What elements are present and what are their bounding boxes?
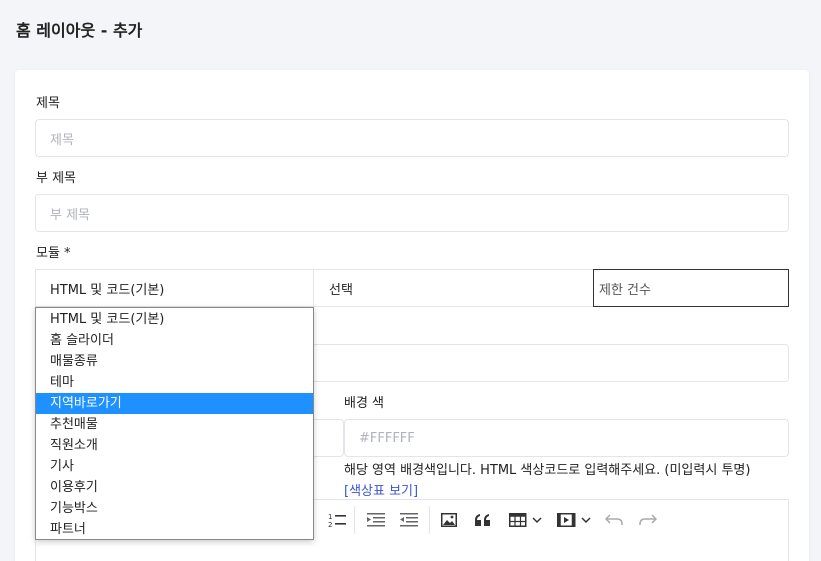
module-select[interactable]: HTML 및 코드(기본) [35, 269, 314, 307]
subtitle-placeholder: 부 제목 [50, 207, 91, 223]
toolbar-divider [429, 506, 430, 534]
limit-input[interactable]: 제한 건수 [593, 269, 789, 307]
sub-select[interactable]: 선택 [313, 269, 594, 307]
redo-icon[interactable] [636, 509, 660, 531]
limit-placeholder: 제한 건수 [599, 282, 651, 298]
dropdown-option[interactable]: 테마 [36, 372, 313, 393]
toolbar-divider [354, 506, 355, 534]
sub-select-value: 선택 [329, 282, 353, 298]
bg-color-placeholder: #FFFFFF [359, 430, 415, 446]
title-input[interactable]: 제목 [35, 119, 789, 157]
title-label: 제목 [36, 96, 60, 111]
dropdown-option[interactable]: 추천매물 [36, 414, 313, 435]
outdent-icon[interactable] [397, 509, 421, 531]
module-label: 모듈 * [36, 246, 71, 261]
editor-body[interactable] [35, 540, 789, 561]
module-select-value: HTML 및 코드(기본) [50, 282, 165, 298]
dropdown-option[interactable]: 이용후기 [36, 477, 313, 498]
subtitle-input[interactable]: 부 제목 [35, 194, 789, 232]
bg-color-label: 배경 색 [344, 396, 385, 411]
svg-text:2: 2 [328, 521, 332, 528]
color-chart-link[interactable]: [색상표 보기] [344, 480, 418, 499]
ordered-list-icon[interactable]: 12 [326, 509, 348, 531]
media-icon[interactable] [554, 509, 594, 531]
dropdown-option-highlighted[interactable]: 지역바로가기 [36, 393, 313, 414]
title-placeholder: 제목 [50, 132, 74, 148]
undo-icon[interactable] [602, 509, 626, 531]
blockquote-icon[interactable] [472, 509, 494, 531]
page-title: 홈 레이아웃 - 추가 [16, 21, 143, 40]
image-icon[interactable] [438, 509, 460, 531]
bg-color-input[interactable]: #FFFFFF [344, 419, 789, 457]
dropdown-option[interactable]: 홈 슬라이더 [36, 330, 313, 351]
dropdown-option[interactable]: 기사 [36, 456, 313, 477]
dropdown-option[interactable]: 직원소개 [36, 435, 313, 456]
bg-color-help: 해당 영역 배경색입니다. HTML 색상코드로 입력해주세요. (미입력시 투… [344, 463, 751, 478]
dropdown-option[interactable]: 파트너 [36, 519, 313, 540]
dropdown-option[interactable]: 기능박스 [36, 498, 313, 519]
dropdown-option[interactable]: HTML 및 코드(기본) [36, 309, 313, 330]
table-icon[interactable] [506, 509, 546, 531]
indent-icon[interactable] [364, 509, 388, 531]
subtitle-label: 부 제목 [36, 171, 77, 186]
dropdown-option[interactable]: 매물종류 [36, 351, 313, 372]
svg-text:1: 1 [328, 513, 332, 521]
module-dropdown-list[interactable]: HTML 및 코드(기본) 홈 슬라이더 매물종류 테마 지역바로가기 추천매물… [35, 307, 314, 540]
